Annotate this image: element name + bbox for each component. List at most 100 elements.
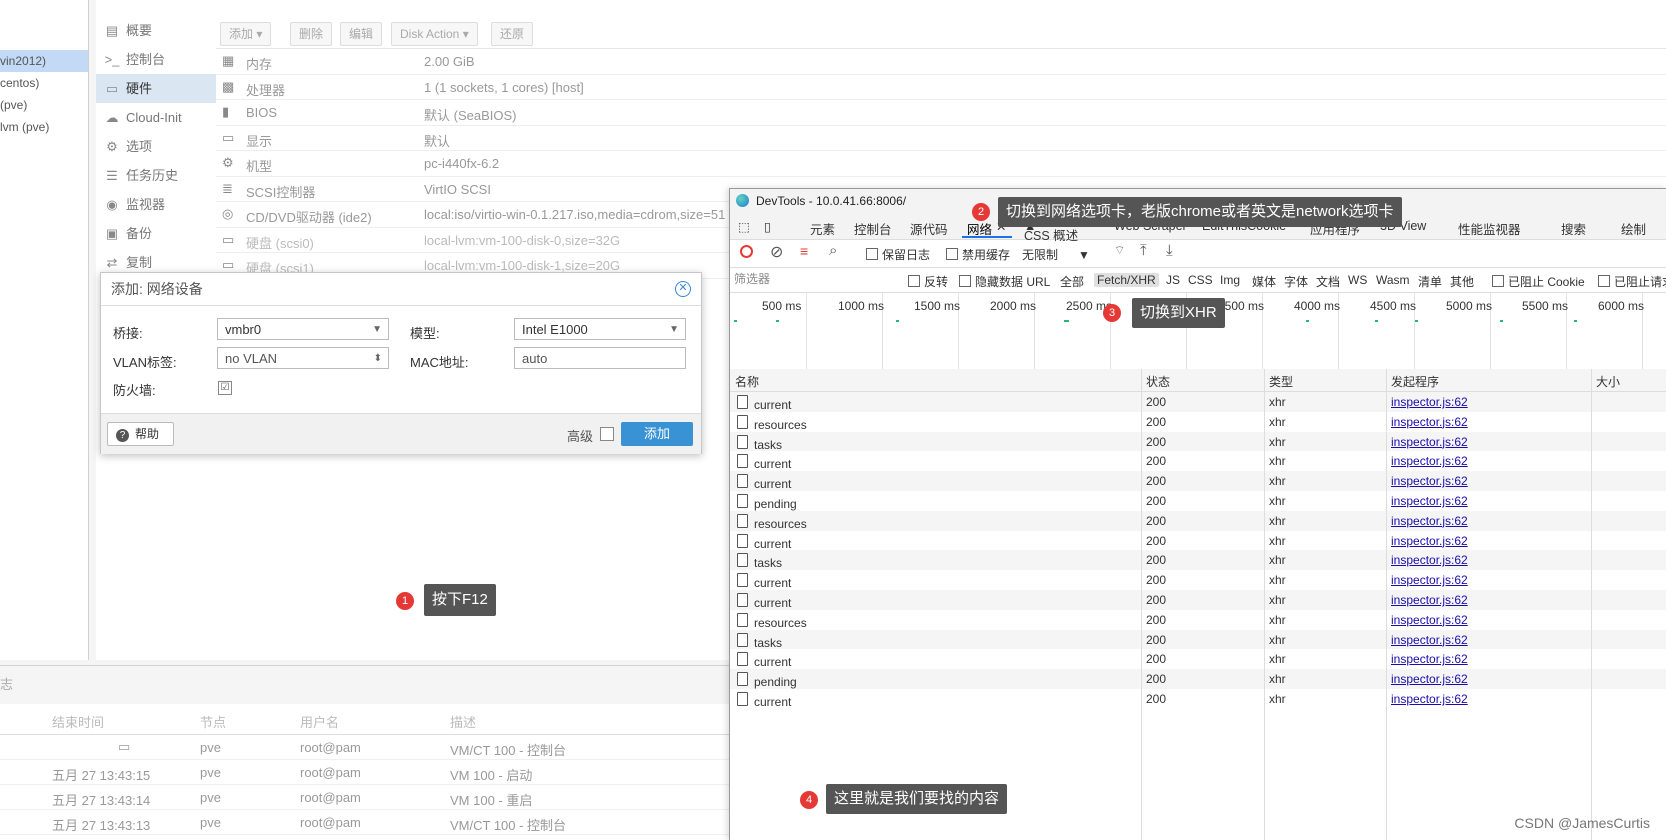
hardware-row[interactable]: ▦ 内存 2.00 GiB <box>216 49 1666 75</box>
nav-item-hardware[interactable]: ▭ 硬件 <box>96 74 216 103</box>
request-row[interactable]: current 200 xhr inspector.js:62 <box>730 570 1666 590</box>
col-user[interactable]: 用户名 <box>300 712 339 731</box>
request-row[interactable]: resources 200 xhr inspector.js:62 <box>730 412 1666 432</box>
firewall-checkbox[interactable]: ☑ <box>218 381 232 395</box>
request-row[interactable]: current 200 xhr inspector.js:62 <box>730 589 1666 610</box>
tree-item[interactable]: vin2012) <box>0 50 88 72</box>
col-node[interactable]: 节点 <box>200 712 226 731</box>
nav-item-backup[interactable]: ▣ 备份 <box>96 219 216 248</box>
nav-item-task-history[interactable]: ☰ 任务历史 <box>96 161 216 190</box>
request-initiator-link[interactable]: inspector.js:62 <box>1391 514 1468 528</box>
advanced-checkbox[interactable] <box>600 427 614 441</box>
disk-action-button[interactable]: Disk Action ▾ <box>391 22 478 46</box>
filter-type-ws[interactable]: WS <box>1348 273 1367 287</box>
request-initiator-link[interactable]: inspector.js:62 <box>1391 613 1468 627</box>
filter-type-other[interactable]: 其他 <box>1450 273 1474 290</box>
request-initiator-link[interactable]: inspector.js:62 <box>1391 435 1468 449</box>
mac-address-field[interactable]: auto <box>514 347 686 369</box>
hardware-row[interactable]: ▩ 处理器 1 (1 sockets, 1 cores) [host] <box>216 75 1666 100</box>
filter-type-doc[interactable]: 文档 <box>1316 273 1340 290</box>
request-row[interactable]: current 200 xhr inspector.js:62 <box>730 471 1666 491</box>
request-row[interactable]: current 200 xhr inspector.js:62 <box>730 392 1666 412</box>
column-divider[interactable] <box>1386 369 1387 840</box>
filter-type-js[interactable]: JS <box>1166 273 1180 287</box>
tab-sources[interactable]: 源代码 <box>910 219 948 238</box>
tree-item[interactable]: (pve) <box>0 94 88 116</box>
record-icon[interactable] <box>740 245 753 258</box>
disable-cache-checkbox[interactable]: 禁用缓存 <box>946 246 1010 263</box>
request-row[interactable]: resources 200 xhr inspector.js:62 <box>730 610 1666 630</box>
tree-item[interactable]: lvm (pve) <box>0 116 88 138</box>
tab-rendering[interactable]: 绘制 <box>1621 219 1646 238</box>
device-toggle-icon[interactable]: ▯ <box>764 219 771 234</box>
hardware-row[interactable]: ▮ BIOS 默认 (SeaBIOS) <box>216 100 1666 126</box>
col-type[interactable]: 类型 <box>1269 373 1293 390</box>
tab-performance-monitor[interactable]: 性能监视器 <box>1458 219 1521 238</box>
filter-type-fetch-xhr[interactable]: Fetch/XHR <box>1094 273 1159 287</box>
add-button[interactable]: 添加 <box>621 422 693 446</box>
network-conditions-icon[interactable]: ⌔ <box>1114 243 1125 258</box>
nav-item-console[interactable]: >_ 控制台 <box>96 45 216 74</box>
request-initiator-link[interactable]: inspector.js:62 <box>1391 633 1468 647</box>
request-row[interactable]: current 200 xhr inspector.js:62 <box>730 649 1666 669</box>
request-initiator-link[interactable]: inspector.js:62 <box>1391 534 1468 548</box>
model-select[interactable]: Intel E1000 ▼ <box>514 318 686 340</box>
request-initiator-link[interactable]: inspector.js:62 <box>1391 593 1468 607</box>
tree-item[interactable]: centos) <box>0 72 88 94</box>
filter-type-manifest[interactable]: 清单 <box>1418 273 1442 290</box>
request-initiator-link[interactable]: inspector.js:62 <box>1391 672 1468 686</box>
tab-console[interactable]: 控制台 <box>854 219 892 238</box>
filter-type-font[interactable]: 字体 <box>1284 273 1308 290</box>
inspect-icon[interactable]: ⬚ <box>738 219 750 234</box>
request-row[interactable]: pending 200 xhr inspector.js:62 <box>730 669 1666 689</box>
request-initiator-link[interactable]: inspector.js:62 <box>1391 474 1468 488</box>
request-row[interactable]: current 200 xhr inspector.js:62 <box>730 531 1666 551</box>
vlan-tag-field[interactable]: no VLAN ⬍ <box>217 347 389 369</box>
request-initiator-link[interactable]: inspector.js:62 <box>1391 415 1468 429</box>
request-initiator-link[interactable]: inspector.js:62 <box>1391 553 1468 567</box>
column-divider[interactable] <box>1591 369 1592 840</box>
add-menu-button[interactable]: 添加 ▾ <box>220 22 272 46</box>
request-row[interactable]: tasks 200 xhr inspector.js:62 <box>730 550 1666 570</box>
throttle-select[interactable]: 无限制 ▼ <box>1022 246 1090 263</box>
filter-type-css[interactable]: CSS <box>1188 273 1213 287</box>
hardware-row[interactable]: ⚙ 机型 pc-i440fx-6.2 <box>216 151 1666 177</box>
nav-item-cloud-init[interactable]: ☁ Cloud-Init <box>96 103 216 132</box>
request-row[interactable]: tasks 200 xhr inspector.js:62 <box>730 431 1666 452</box>
nav-item-monitor[interactable]: ◉ 监视器 <box>96 190 216 219</box>
tab-elements[interactable]: 元素 <box>810 219 835 238</box>
revert-button[interactable]: 还原 <box>491 22 534 46</box>
col-initiator[interactable]: 发起程序 <box>1391 373 1439 390</box>
col-name[interactable]: 名称 <box>735 373 759 390</box>
request-initiator-link[interactable]: inspector.js:62 <box>1391 573 1468 587</box>
export-har-icon[interactable]: ⤓ <box>1166 242 1173 259</box>
remove-button[interactable]: 删除 <box>290 22 333 46</box>
nav-item-options[interactable]: ⚙ 选项 <box>96 132 216 161</box>
search-icon[interactable]: ⌕ <box>829 242 837 259</box>
filter-type-img[interactable]: Img <box>1220 273 1240 287</box>
col-description[interactable]: 描述 <box>450 712 476 731</box>
help-button[interactable]: ? 帮助 <box>107 422 175 446</box>
request-initiator-link[interactable]: inspector.js:62 <box>1391 652 1468 666</box>
blocked-cookies-checkbox[interactable]: 已阻止 Cookie <box>1492 273 1585 290</box>
edit-button[interactable]: 编辑 <box>340 22 383 46</box>
filter-icon[interactable]: ≡ <box>800 243 808 259</box>
request-row[interactable]: resources 200 xhr inspector.js:62 <box>730 510 1666 531</box>
spinner-icon[interactable]: ⬍ <box>374 348 382 370</box>
filter-input[interactable]: 筛选器 <box>734 271 894 287</box>
import-har-icon[interactable]: ⤒ <box>1140 242 1147 259</box>
filter-type-media[interactable]: 媒体 <box>1252 273 1276 290</box>
request-initiator-link[interactable]: inspector.js:62 <box>1391 494 1468 508</box>
request-row[interactable]: current 200 xhr inspector.js:62 <box>730 451 1666 471</box>
hide-data-urls-checkbox[interactable]: 隐藏数据 URL <box>959 273 1050 290</box>
preserve-log-checkbox[interactable]: 保留日志 <box>866 246 930 263</box>
col-status[interactable]: 状态 <box>1146 373 1170 390</box>
invert-checkbox[interactable]: 反转 <box>908 273 948 290</box>
blocked-requests-checkbox[interactable]: 已阻止请求 <box>1598 273 1666 290</box>
request-initiator-link[interactable]: inspector.js:62 <box>1391 395 1468 409</box>
filter-type-wasm[interactable]: Wasm <box>1376 273 1410 287</box>
column-divider[interactable] <box>1141 369 1142 840</box>
clear-icon[interactable]: ⊘ <box>770 242 783 262</box>
column-divider[interactable] <box>1264 369 1265 840</box>
request-initiator-link[interactable]: inspector.js:62 <box>1391 692 1468 706</box>
